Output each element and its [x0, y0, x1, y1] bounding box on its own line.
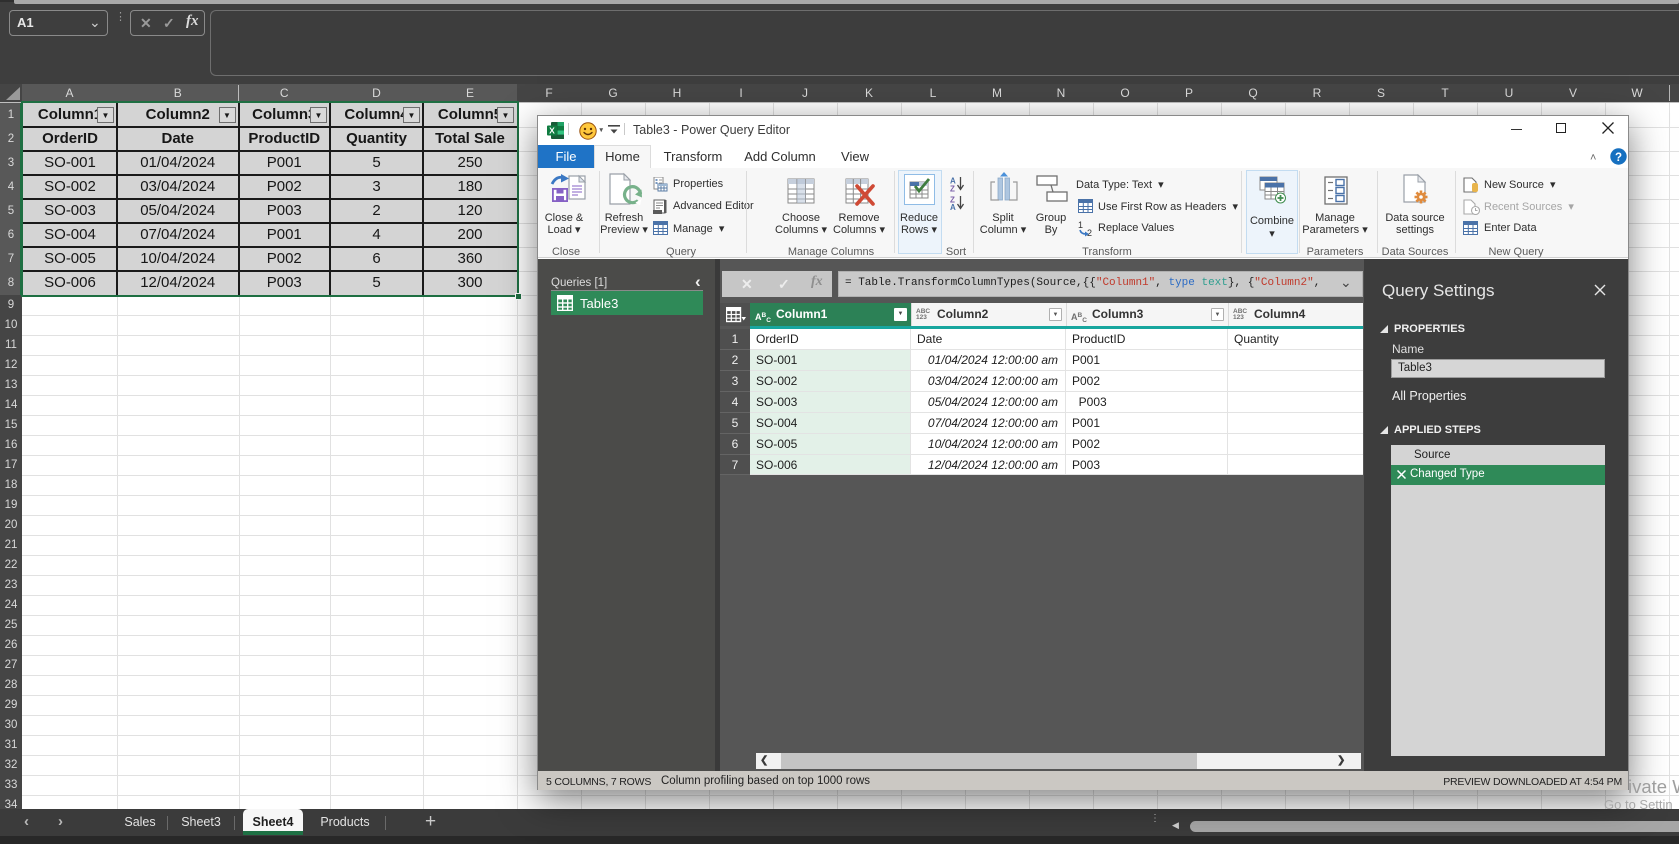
svg-text:A: A [950, 203, 956, 210]
svg-text:Z: Z [950, 185, 955, 194]
svg-text:?: ? [1615, 152, 1622, 164]
svg-text:1: 1 [1078, 220, 1083, 230]
svg-text:2: 2 [1087, 228, 1092, 237]
svg-text:X: X [549, 126, 555, 136]
